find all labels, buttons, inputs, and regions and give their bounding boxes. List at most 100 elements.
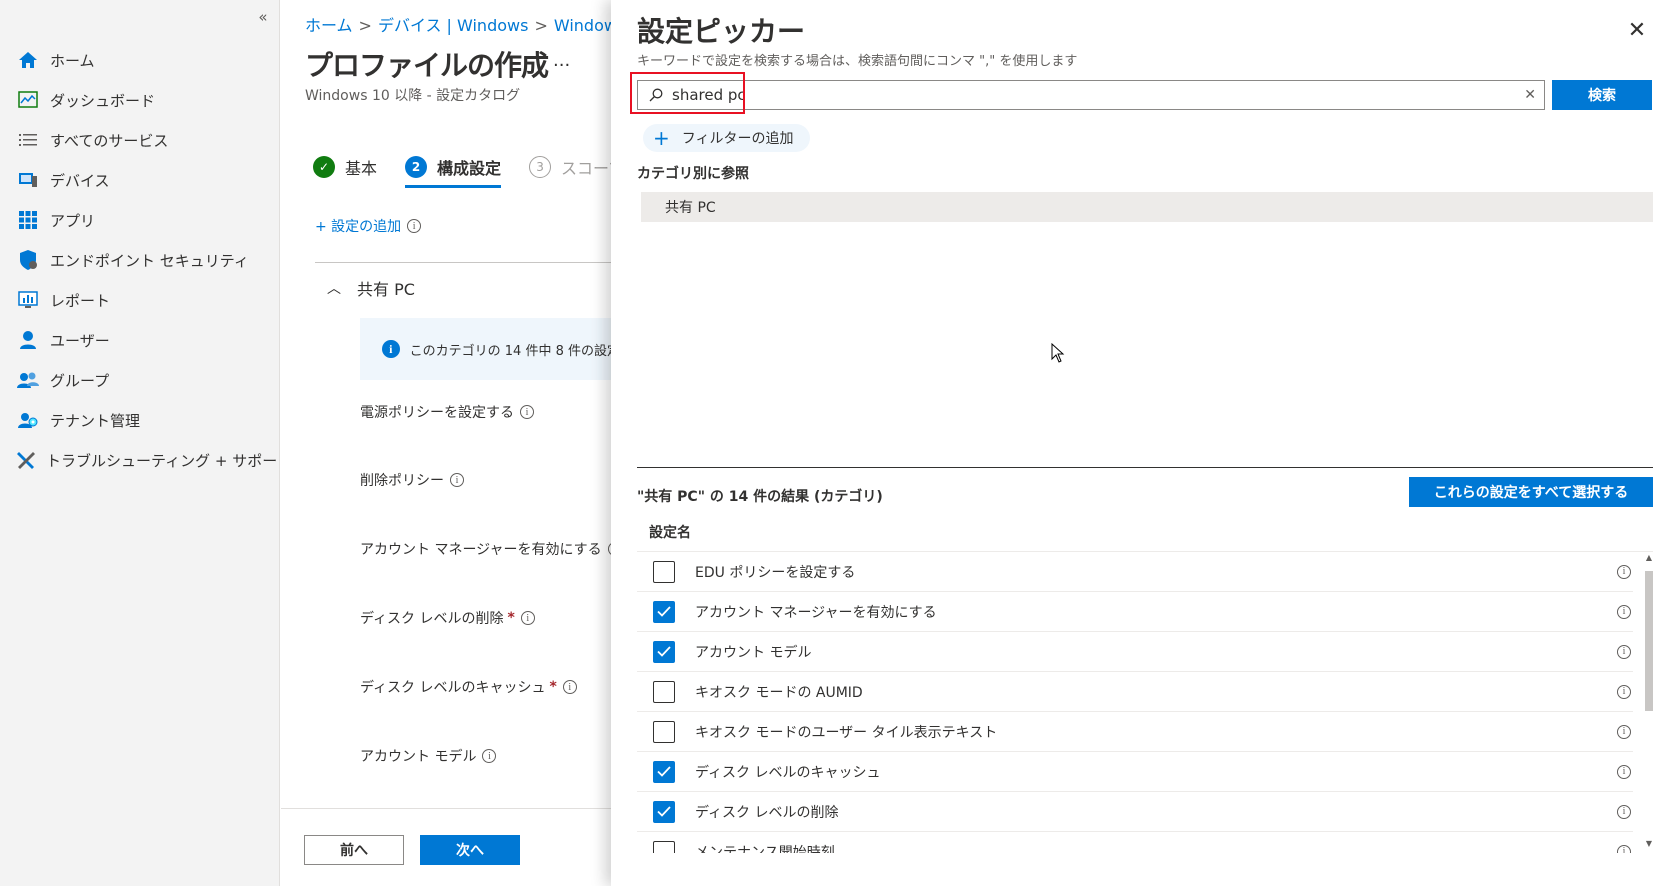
nav-item-endpoint-security[interactable]: エンドポイント セキュリティ	[0, 240, 280, 280]
setting-name: EDU ポリシーを設定する	[695, 564, 856, 581]
nav-item-reports[interactable]: レポート	[0, 280, 280, 320]
info-icon[interactable]: i	[520, 611, 535, 625]
info-filled-icon: i	[382, 340, 400, 358]
checkbox-checked[interactable]	[653, 800, 675, 823]
page-title: プロファイルの作成	[305, 49, 549, 82]
list-item: キオスク モードのユーザー タイル表示テキスト i	[637, 712, 1633, 752]
step-basics[interactable]: ✓ 基本	[313, 150, 377, 184]
checkbox-checked[interactable]	[653, 760, 675, 783]
info-icon[interactable]: i	[1617, 844, 1631, 853]
setting-label: アカウント モデル	[360, 749, 477, 765]
info-icon[interactable]: i	[1617, 564, 1631, 579]
results-scrollbar[interactable]: ▲ ▼	[1643, 551, 1655, 853]
more-options-button[interactable]: ...	[553, 50, 570, 71]
add-settings-link[interactable]: + 設定の追加 i	[315, 216, 422, 236]
search-icon	[646, 88, 666, 102]
breadcrumb-home[interactable]: ホーム	[305, 16, 353, 35]
scroll-up-arrow-icon[interactable]: ▲	[1643, 553, 1655, 565]
info-icon[interactable]: i	[450, 473, 464, 487]
profile-create-pane: ホーム > デバイス | Windows > Windows プロファイルの作成 ...…	[281, 0, 611, 886]
setting-label: ディスク レベルのキャッシュ	[360, 680, 546, 696]
add-filter-label: フィルターの追加	[681, 131, 794, 147]
breadcrumb-windows[interactable]: Windows	[554, 16, 611, 35]
tools-icon	[16, 448, 36, 472]
section-title: 共有 PC	[357, 280, 415, 299]
info-icon[interactable]: i	[1617, 604, 1631, 619]
info-icon[interactable]: i	[1617, 724, 1631, 739]
required-marker: *	[507, 610, 515, 626]
search-button[interactable]: 検索	[1552, 80, 1652, 110]
step-number: 3	[529, 156, 552, 178]
checkbox-checked[interactable]	[653, 640, 675, 663]
breadcrumb-devices-windows[interactable]: デバイス | Windows	[378, 16, 529, 35]
shield-icon	[16, 248, 40, 272]
left-navigation: « ホーム ダッシュボード すべてのサービス デバイス アプリ エンドポイント …	[0, 0, 292, 886]
scroll-down-arrow-icon[interactable]: ▼	[1643, 839, 1655, 851]
category-item-shared-pc[interactable]: 共有 PC	[641, 192, 1653, 222]
search-input[interactable]	[672, 86, 1492, 104]
nav-label: デバイス	[50, 171, 110, 190]
nav-item-devices[interactable]: デバイス	[0, 160, 280, 200]
next-button[interactable]: 次へ	[420, 835, 520, 865]
info-icon[interactable]: i	[562, 680, 577, 694]
checkbox[interactable]	[653, 720, 675, 743]
scrollbar-thumb[interactable]	[1645, 571, 1653, 711]
nav-item-troubleshooting[interactable]: トラブルシューティング + サポート	[0, 440, 292, 480]
nav-label: アプリ	[50, 211, 96, 230]
step-scope[interactable]: 3 スコープ	[529, 150, 611, 184]
checkbox[interactable]	[653, 560, 675, 583]
step-label: 基本	[345, 159, 378, 178]
collapse-nav-button[interactable]: «	[254, 8, 272, 26]
nav-item-all-services[interactable]: すべてのサービス	[0, 120, 280, 160]
step-label: 構成設定	[437, 159, 502, 178]
list-item: キオスク モードの AUMID i	[637, 672, 1633, 712]
setting-disk-level-caching: ディスク レベルのキャッシュ * i	[360, 677, 577, 697]
info-icon[interactable]: i	[1617, 644, 1631, 659]
nav-item-groups[interactable]: グループ	[0, 360, 280, 400]
nav-item-tenant-admin[interactable]: テナント管理	[0, 400, 280, 440]
nav-item-users[interactable]: ユーザー	[0, 320, 280, 360]
nav-item-apps[interactable]: アプリ	[0, 200, 280, 240]
checkbox[interactable]	[653, 680, 675, 703]
list-item: ディスク レベルのキャッシュ i	[637, 752, 1633, 792]
add-filter-button[interactable]: + フィルターの追加	[643, 124, 810, 152]
required-marker: *	[549, 679, 557, 695]
home-icon	[16, 48, 40, 72]
nav-item-dashboard[interactable]: ダッシュボード	[0, 80, 280, 120]
info-icon[interactable]: i	[1617, 764, 1631, 779]
nav-label: すべてのサービス	[50, 131, 169, 150]
nav-label: テナント管理	[50, 411, 141, 430]
plus-icon: +	[653, 126, 670, 150]
step-label: スコープ	[561, 159, 611, 178]
clear-search-icon[interactable]: ✕	[1524, 87, 1536, 103]
setting-deletion-policy: 削除ポリシー i	[360, 470, 464, 490]
previous-button[interactable]: 前へ	[304, 835, 404, 865]
picker-title: 設定ピッカー	[637, 15, 806, 48]
info-message-text: このカテゴリの 14 件中 8 件の設定	[409, 343, 611, 359]
close-icon[interactable]: ✕	[1626, 20, 1648, 42]
divider	[315, 262, 611, 263]
select-all-settings-button[interactable]: これらの設定をすべて選択する	[1409, 477, 1653, 507]
step-configuration-settings[interactable]: 2 構成設定	[405, 150, 502, 188]
results-divider	[637, 467, 1653, 468]
nav-item-home[interactable]: ホーム	[0, 40, 280, 80]
info-icon[interactable]: i	[407, 219, 422, 233]
settings-results-list: EDU ポリシーを設定する i アカウント マネージャーを有効にする i アカウ…	[637, 551, 1653, 853]
nav-label: レポート	[50, 291, 111, 310]
checkbox-checked[interactable]	[653, 600, 675, 623]
setting-name: キオスク モードのユーザー タイル表示テキスト	[695, 724, 998, 741]
setting-label: アカウント マネージャーを有効にする	[360, 542, 602, 558]
info-icon[interactable]: i	[482, 749, 497, 763]
section-header-shared-pc[interactable]: ︿ 共有 PC	[327, 276, 415, 300]
setting-label: 削除ポリシー	[360, 473, 444, 489]
column-header-setting-name[interactable]: 設定名	[649, 522, 691, 542]
info-icon[interactable]: i	[1617, 804, 1631, 819]
breadcrumb: ホーム > デバイス | Windows > Windows	[305, 12, 611, 36]
checkbox[interactable]	[653, 840, 675, 853]
info-icon[interactable]: i	[520, 405, 534, 419]
breadcrumb-separator: >	[534, 16, 548, 35]
info-message-bar: i このカテゴリの 14 件中 8 件の設定	[360, 318, 611, 380]
nav-label: グループ	[50, 371, 110, 390]
checkmark-icon	[657, 766, 671, 777]
info-icon[interactable]: i	[1617, 684, 1631, 699]
